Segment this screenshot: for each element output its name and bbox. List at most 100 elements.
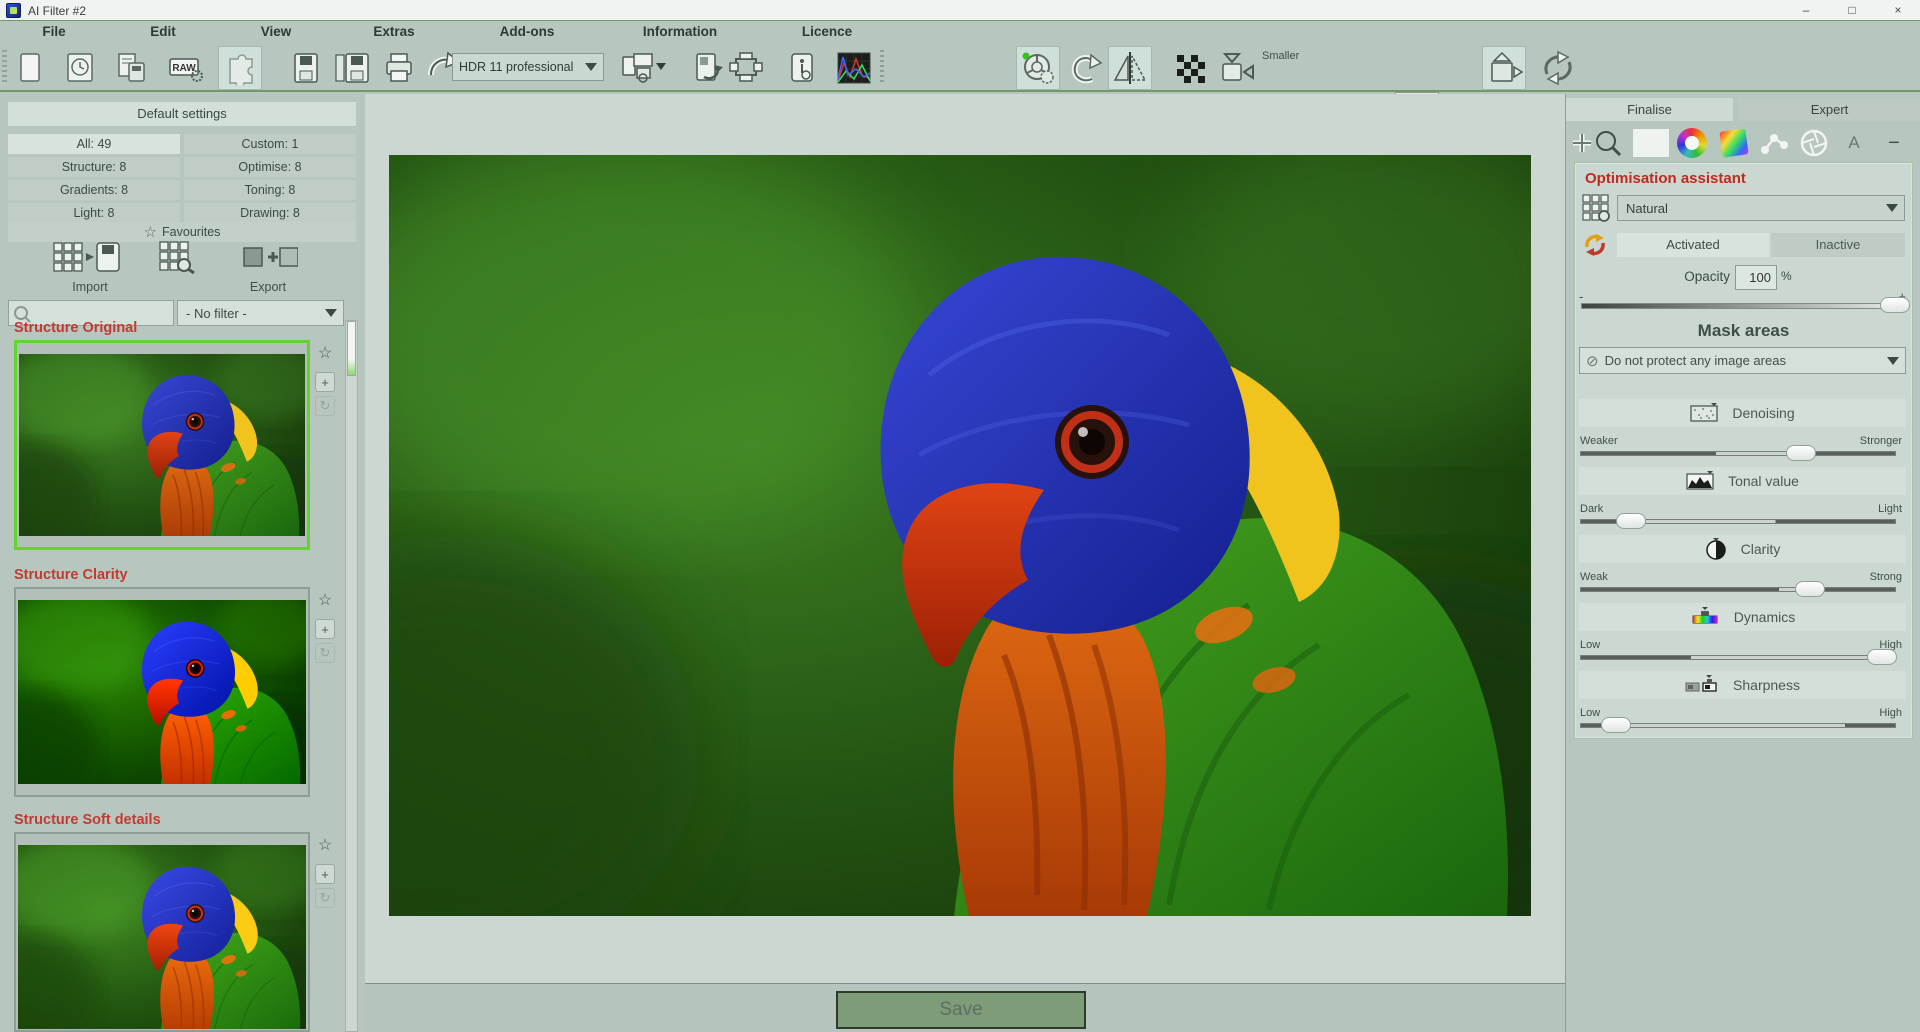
color-cube-button[interactable] — [1718, 127, 1750, 159]
add-filter-button[interactable]: + — [315, 372, 335, 392]
clarity-header[interactable]: Clarity — [1579, 535, 1906, 563]
refresh-filter-button[interactable]: ↻ — [315, 396, 335, 416]
assistant-preset-dropdown[interactable]: Natural — [1617, 195, 1905, 221]
white-swatch-button[interactable] — [1630, 127, 1672, 159]
print-button[interactable] — [378, 46, 422, 90]
text-tool-button[interactable]: A — [1838, 127, 1870, 159]
sharpness-header[interactable]: Sharpness — [1579, 671, 1906, 699]
category-optimise[interactable]: Optimise: 8 — [184, 157, 356, 177]
menu-file[interactable]: File — [0, 24, 114, 39]
raw-import-button[interactable]: RAW — [164, 46, 208, 90]
dynamics-icon — [1690, 607, 1720, 627]
new-image-button[interactable] — [8, 46, 52, 90]
category-structure[interactable]: Structure: 8 — [8, 157, 180, 177]
category-custom[interactable]: Custom: 1 — [184, 134, 356, 154]
filter-list-scrollbar[interactable] — [345, 320, 358, 1032]
default-settings-button[interactable]: Default settings — [8, 102, 356, 126]
auto-optimise-button[interactable] — [1016, 46, 1060, 90]
scrollbar-thumb[interactable] — [347, 321, 356, 376]
menu-extras[interactable]: Extras — [334, 24, 454, 39]
filter-card-structure-clarity[interactable] — [14, 587, 310, 797]
favourites-button[interactable]: ☆ Favourites — [8, 222, 356, 242]
sharpness-slider-thumb[interactable] — [1601, 717, 1631, 733]
activated-button[interactable]: Activated — [1617, 233, 1769, 257]
opacity-value-input[interactable] — [1735, 265, 1777, 290]
save-button-toolbar[interactable] — [284, 46, 328, 90]
mask-areas-dropdown[interactable]: ⊘ Do not protect any image areas — [1579, 347, 1906, 374]
ai-filter-plugin-button[interactable] — [218, 46, 262, 90]
tonal-right-label: Light — [1878, 503, 1902, 515]
category-gradients[interactable]: Gradients: 8 — [8, 180, 180, 200]
refresh-filter-button[interactable]: ↻ — [315, 888, 335, 908]
recent-files-button[interactable] — [58, 46, 102, 90]
menu-licence[interactable]: Licence — [767, 24, 887, 39]
favourite-star-button[interactable]: ☆ — [314, 834, 336, 856]
opacity-slider-thumb[interactable] — [1880, 297, 1910, 313]
denoising-slider-thumb[interactable] — [1786, 445, 1816, 461]
favourite-star-button[interactable]: ☆ — [314, 589, 336, 611]
menu-edit[interactable]: Edit — [103, 24, 223, 39]
filter-card-structure-original[interactable] — [14, 340, 310, 550]
open-copy-button[interactable] — [110, 46, 154, 90]
import-icon — [52, 241, 122, 273]
opacity-minus-label[interactable]: - — [1579, 289, 1583, 304]
save-all-button[interactable] — [330, 46, 374, 90]
denoising-header[interactable]: Denoising — [1579, 399, 1906, 427]
category-light[interactable]: Light: 8 — [8, 203, 180, 223]
dynamics-slider[interactable] — [1580, 655, 1896, 660]
menu-bar: File Edit View Extras Add-ons Informatio… — [0, 22, 1920, 44]
color-wheel-button[interactable] — [1676, 127, 1708, 159]
clarity-slider-thumb[interactable] — [1795, 581, 1825, 597]
inactive-button[interactable]: Inactive — [1771, 233, 1905, 257]
refresh-filter-button[interactable]: ↻ — [315, 643, 335, 663]
magnify-tool-button[interactable] — [1592, 127, 1624, 159]
sharpness-slider[interactable] — [1580, 723, 1896, 728]
filter-card-structure-soft-details[interactable] — [14, 832, 310, 1032]
compare-view-button[interactable] — [1216, 46, 1260, 90]
blocked-icon: ⊘ — [1586, 352, 1599, 370]
menu-information[interactable]: Information — [620, 24, 740, 39]
curves-button[interactable] — [1758, 127, 1790, 159]
tonal-value-header[interactable]: Tonal value — [1579, 467, 1906, 495]
category-drawing[interactable]: Drawing: 8 — [184, 203, 356, 223]
project-preset-dropdown[interactable]: HDR 11 professional — [452, 53, 604, 81]
image-info-button[interactable] — [780, 46, 824, 90]
export-filters-button[interactable] — [242, 240, 298, 274]
redo-button[interactable] — [1064, 46, 1108, 90]
toolbar-grip[interactable] — [2, 50, 7, 84]
batch-processing-button[interactable] — [618, 46, 670, 90]
search-filters-button[interactable] — [158, 240, 200, 274]
add-filter-button[interactable]: + — [315, 864, 335, 884]
save-button[interactable]: Save — [836, 991, 1086, 1029]
tab-expert[interactable]: Expert — [1738, 98, 1920, 121]
import-filters-button[interactable] — [52, 240, 122, 274]
tonal-value-slider[interactable] — [1580, 519, 1896, 524]
document-arrow-icon — [692, 51, 724, 85]
add-filter-button[interactable]: + — [315, 619, 335, 639]
denoising-slider[interactable] — [1580, 451, 1896, 456]
maximize-button[interactable]: □ — [1830, 0, 1874, 20]
category-toning[interactable]: Toning: 8 — [184, 180, 356, 200]
aperture-button[interactable] — [1798, 127, 1830, 159]
opacity-slider[interactable] — [1581, 303, 1904, 309]
menu-addons[interactable]: Add-ons — [467, 24, 587, 39]
menu-view[interactable]: View — [216, 24, 336, 39]
close-button[interactable]: × — [1876, 0, 1920, 20]
mirror-button[interactable] — [1108, 46, 1152, 90]
denoising-icon — [1690, 403, 1718, 423]
collapse-button[interactable]: − — [1878, 127, 1910, 159]
clarity-slider[interactable] — [1580, 587, 1896, 592]
histogram-button[interactable] — [832, 46, 876, 90]
dynamics-header[interactable]: Dynamics — [1579, 603, 1906, 631]
minimize-button[interactable]: – — [1784, 0, 1828, 20]
grain-preview-button[interactable] — [1168, 46, 1212, 90]
raw-icon: RAW — [168, 51, 204, 85]
fit-to-screen-button[interactable] — [1482, 46, 1526, 90]
rotate-view-button[interactable] — [1536, 46, 1580, 90]
crop-button[interactable] — [724, 46, 768, 90]
favourite-star-button[interactable]: ☆ — [314, 342, 336, 364]
tonal-value-slider-thumb[interactable] — [1616, 513, 1646, 529]
category-all[interactable]: All: 49 — [8, 134, 180, 154]
tab-finalise[interactable]: Finalise — [1566, 98, 1733, 121]
dynamics-slider-thumb[interactable] — [1867, 649, 1897, 665]
